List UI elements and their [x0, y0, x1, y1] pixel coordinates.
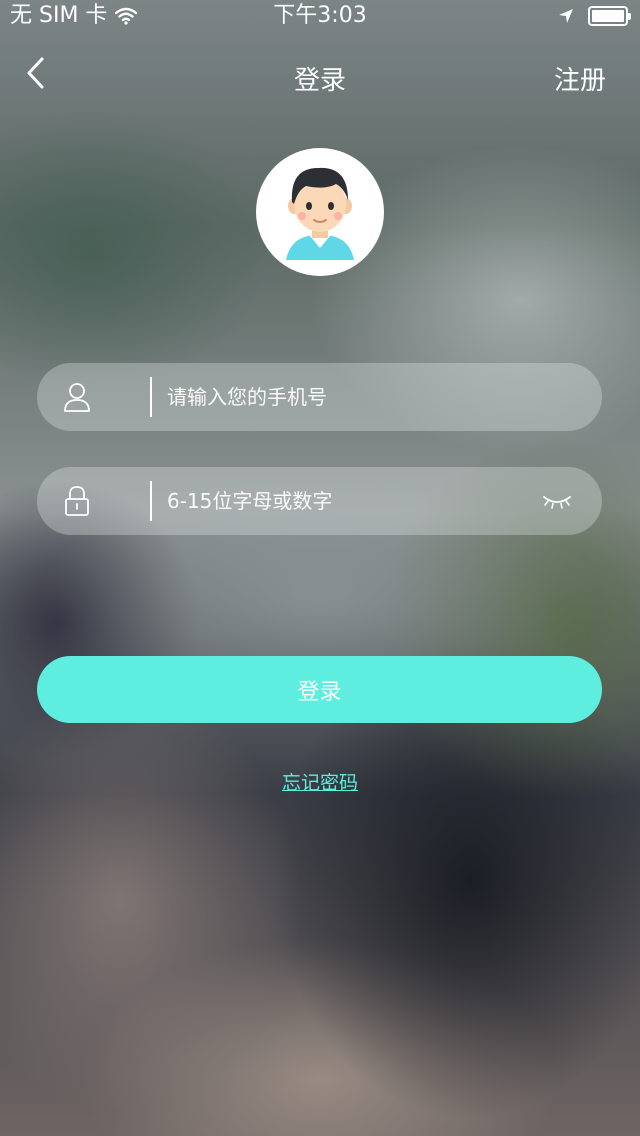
- status-right: [558, 6, 631, 26]
- forgot-password-link[interactable]: 忘记密码: [0, 768, 640, 795]
- eye-closed-icon[interactable]: [542, 491, 572, 511]
- password-input[interactable]: [167, 467, 567, 535]
- status-time: 下午3:03: [273, 3, 367, 28]
- status-bar: 无 SIM 卡 下午3:03: [0, 0, 640, 40]
- password-field: [37, 467, 602, 535]
- location-arrow-icon: [559, 9, 573, 23]
- login-button[interactable]: 登录: [37, 656, 602, 723]
- lock-icon: [65, 486, 89, 516]
- phone-input[interactable]: [167, 363, 567, 431]
- avatar: [256, 148, 384, 276]
- register-button[interactable]: 注册: [554, 60, 606, 97]
- field-divider: [150, 377, 152, 417]
- field-divider: [150, 481, 152, 521]
- nav-bar: 登录 注册: [0, 48, 640, 108]
- phone-field: [37, 363, 602, 431]
- battery-icon: [588, 6, 631, 26]
- boy-avatar-icon: [286, 167, 354, 260]
- page-title: 登录: [293, 66, 346, 96]
- battery-level: [592, 10, 624, 22]
- user-icon: [64, 383, 90, 412]
